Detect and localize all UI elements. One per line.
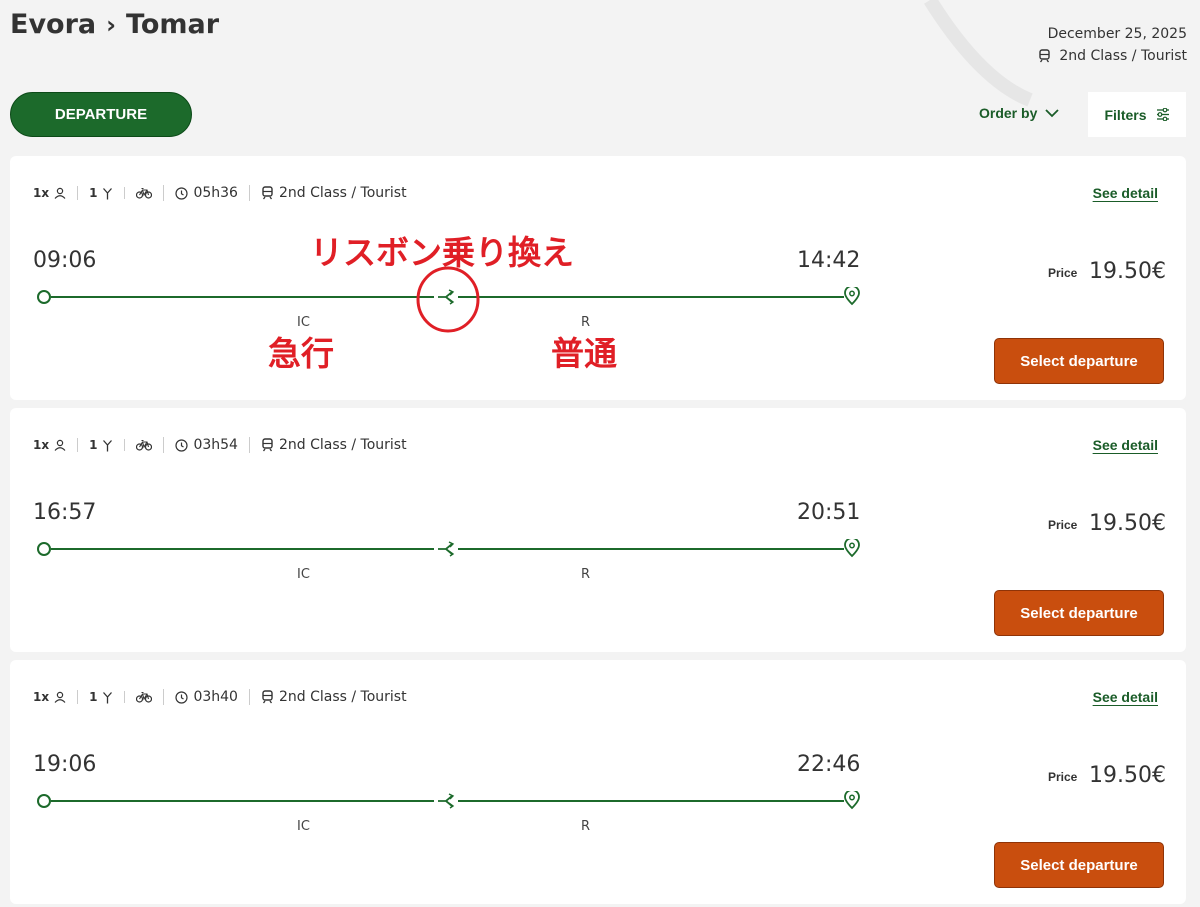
price-value: 19.50€ bbox=[1089, 259, 1166, 284]
departure-time: 19:06 bbox=[33, 752, 97, 777]
passengers-count: 1x bbox=[33, 186, 50, 200]
duration-value: 03h54 bbox=[193, 437, 238, 453]
chevron-down-icon bbox=[1045, 108, 1059, 117]
select-departure-button[interactable]: Select departure bbox=[994, 842, 1164, 888]
transfer-icon bbox=[438, 793, 455, 809]
class-info: 2nd Class / Tourist bbox=[248, 437, 418, 453]
class-value: 2nd Class / Tourist bbox=[278, 689, 407, 705]
class-info: 2nd Class / Tourist bbox=[248, 185, 418, 201]
see-detail-link[interactable]: See detail bbox=[1093, 185, 1158, 201]
annotation-circle bbox=[416, 266, 480, 333]
annotation-express: 急行 bbox=[268, 334, 334, 373]
price-label: Price bbox=[1048, 266, 1078, 280]
transfers-count: 1 bbox=[89, 186, 98, 200]
arrival-time: 20:51 bbox=[797, 500, 861, 525]
trip-info-row: 1x 1 03h54 2nd Class / Tourist bbox=[33, 437, 418, 453]
clock-icon bbox=[175, 186, 189, 200]
price-value: 19.50€ bbox=[1089, 511, 1166, 536]
trip-card: 1x 1 03h40 2nd Class / Tourist See detai… bbox=[10, 660, 1186, 904]
location-pin-icon bbox=[844, 287, 860, 306]
train-icon bbox=[262, 186, 273, 200]
annotation-local: 普通 bbox=[551, 334, 617, 373]
transfers-info: 1 bbox=[77, 690, 124, 704]
arrival-time: 22:46 bbox=[797, 752, 861, 777]
passengers-count: 1x bbox=[33, 438, 50, 452]
transfers-info: 1 bbox=[77, 186, 124, 200]
origin-station: Evora bbox=[10, 9, 97, 40]
order-by-label: Order by bbox=[979, 105, 1038, 121]
bicycle-icon bbox=[136, 187, 153, 199]
route-track bbox=[37, 539, 860, 558]
bicycle-info bbox=[124, 691, 163, 703]
passengers-info: 1x bbox=[33, 690, 77, 704]
transfers-count: 1 bbox=[89, 438, 98, 452]
duration-value: 03h40 bbox=[193, 689, 238, 705]
order-by-dropdown[interactable]: Order by bbox=[979, 105, 1059, 121]
trip-card: 1x 1 03h54 2nd Class / Tourist See detai… bbox=[10, 408, 1186, 652]
trip-info-row: 1x 1 03h40 2nd Class / Tourist bbox=[33, 689, 418, 705]
price-label: Price bbox=[1048, 770, 1078, 784]
trip-info-row: 1x 1 05h36 2nd Class / Tourist bbox=[33, 185, 418, 201]
select-departure-button[interactable]: Select departure bbox=[994, 590, 1164, 636]
segment-label-r: R bbox=[581, 819, 591, 834]
person-icon bbox=[54, 439, 66, 451]
arrival-time: 14:42 bbox=[797, 248, 861, 273]
route-track bbox=[37, 791, 860, 810]
location-pin-icon bbox=[844, 539, 860, 558]
destination-station: Tomar bbox=[126, 9, 220, 40]
travel-class: 2nd Class / Tourist bbox=[1038, 48, 1187, 64]
transfer-icon bbox=[438, 541, 455, 557]
bicycle-info bbox=[124, 439, 163, 451]
filters-button[interactable]: Filters bbox=[1088, 92, 1186, 137]
bicycle-icon bbox=[136, 691, 153, 703]
bicycle-icon bbox=[136, 439, 153, 451]
departure-time: 16:57 bbox=[33, 500, 97, 525]
travel-date: December 25, 2025 bbox=[1047, 26, 1187, 42]
fork-icon bbox=[103, 439, 113, 451]
departure-time: 09:06 bbox=[33, 248, 97, 273]
see-detail-link[interactable]: See detail bbox=[1093, 437, 1158, 453]
class-value: 2nd Class / Tourist bbox=[278, 185, 407, 201]
travel-class-label: 2nd Class / Tourist bbox=[1059, 48, 1187, 64]
page-title: Evora › Tomar bbox=[10, 9, 219, 40]
route-separator: › bbox=[106, 10, 117, 39]
transfers-count: 1 bbox=[89, 690, 98, 704]
clock-icon bbox=[175, 438, 189, 452]
select-departure-button[interactable]: Select departure bbox=[994, 338, 1164, 384]
location-pin-icon bbox=[844, 791, 860, 810]
transfers-info: 1 bbox=[77, 438, 124, 452]
class-info: 2nd Class / Tourist bbox=[248, 689, 418, 705]
segment-label-r: R bbox=[581, 567, 591, 582]
train-icon bbox=[262, 690, 273, 704]
price-label: Price bbox=[1048, 518, 1078, 532]
see-detail-link[interactable]: See detail bbox=[1093, 689, 1158, 705]
departure-button[interactable]: DEPARTURE bbox=[10, 92, 192, 137]
train-icon bbox=[262, 438, 273, 452]
segment-label-ic: IC bbox=[297, 567, 310, 582]
class-value: 2nd Class / Tourist bbox=[278, 437, 407, 453]
passengers-info: 1x bbox=[33, 186, 77, 200]
fork-icon bbox=[103, 691, 113, 703]
sliders-icon bbox=[1156, 108, 1169, 121]
train-icon bbox=[1039, 49, 1051, 63]
clock-icon bbox=[175, 690, 189, 704]
duration-info: 05h36 bbox=[163, 185, 249, 201]
bicycle-info bbox=[124, 187, 163, 199]
duration-value: 05h36 bbox=[193, 185, 238, 201]
segment-label-ic: IC bbox=[297, 819, 310, 834]
duration-info: 03h54 bbox=[163, 437, 249, 453]
price-value: 19.50€ bbox=[1089, 763, 1166, 788]
fork-icon bbox=[103, 187, 113, 199]
filters-label: Filters bbox=[1104, 106, 1147, 123]
passengers-count: 1x bbox=[33, 690, 50, 704]
duration-info: 03h40 bbox=[163, 689, 249, 705]
person-icon bbox=[54, 691, 66, 703]
passengers-info: 1x bbox=[33, 438, 77, 452]
person-icon bbox=[54, 187, 66, 199]
